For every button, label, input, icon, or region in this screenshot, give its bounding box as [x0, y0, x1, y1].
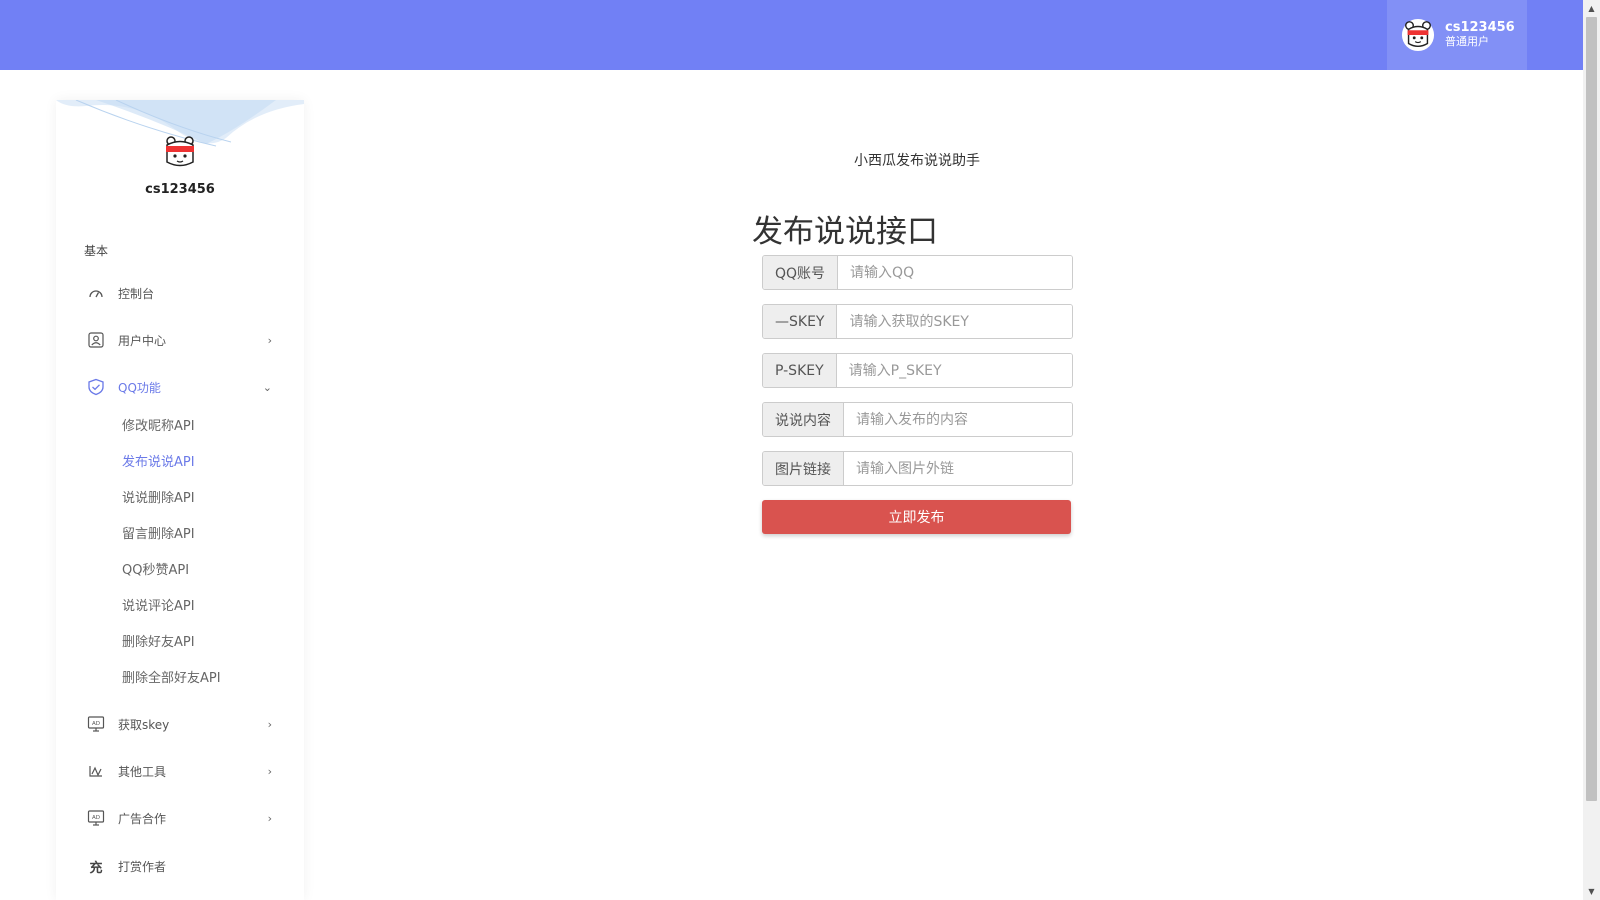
image-link-field: 图片链接	[762, 451, 1073, 486]
publish-button[interactable]: 立即发布	[762, 500, 1071, 534]
sidebar-item-label: 其他工具	[118, 764, 167, 779]
skey-input[interactable]	[837, 305, 1072, 338]
qq-account-field: QQ账号	[762, 255, 1073, 290]
sidebar-item-label: 广告合作	[118, 811, 167, 826]
chevron-right-icon: ›	[267, 717, 272, 731]
sidebar-item-qq-functions[interactable]: QQ功能 ⌄	[56, 367, 304, 407]
svg-text:AD: AD	[92, 815, 100, 821]
avatar	[1401, 18, 1435, 52]
subitem-delete-all-friends-api[interactable]: 删除全部好友API	[122, 667, 221, 686]
top-navbar: cs123456 普通用户	[0, 0, 1583, 70]
sidebar-item-console[interactable]: 控制台	[56, 273, 304, 313]
p-skey-field: P-SKEY	[762, 353, 1073, 388]
sidebar-item-tip-author[interactable]: 充 打赏作者	[56, 846, 304, 886]
sidebar: cs123456 基本 控制台 用户中心 › QQ功能 ⌄ 修改昵称API 发布…	[56, 100, 304, 900]
chevron-down-icon: ⌄	[262, 380, 272, 394]
svg-text:AD: AD	[92, 721, 100, 727]
sidebar-section-label: 基本	[84, 244, 109, 258]
profile-name: cs123456	[145, 182, 215, 197]
sidebar-item-label: 控制台	[118, 286, 155, 301]
scroll-down-arrow-icon[interactable]: ▼	[1583, 883, 1600, 900]
user-card-icon	[86, 330, 106, 350]
charge-icon: 充	[89, 860, 103, 876]
subitem-delete-shuoshuo-api[interactable]: 说说删除API	[122, 487, 195, 506]
sidebar-item-other-tools[interactable]: 其他工具 ›	[56, 751, 304, 791]
qq-account-input[interactable]	[838, 256, 1072, 289]
gauge-icon	[86, 283, 106, 303]
sidebar-item-ad-cooperation[interactable]: AD 广告合作 ›	[56, 798, 304, 838]
sidebar-item-get-skey[interactable]: AD 获取skey ›	[56, 704, 304, 744]
field-label: —SKEY	[763, 305, 838, 338]
page-scrollbar[interactable]: ▲ ▼	[1583, 0, 1600, 900]
scrollbar-thumb[interactable]	[1586, 17, 1597, 801]
field-label: 图片链接	[763, 452, 844, 485]
profile-avatar	[166, 136, 194, 167]
user-menu[interactable]: cs123456 普通用户	[1387, 0, 1527, 70]
field-label: P-SKEY	[763, 354, 837, 387]
sidebar-item-user-center[interactable]: 用户中心 ›	[56, 320, 304, 360]
field-label: QQ账号	[763, 256, 839, 289]
sidebar-item-label: 用户中心	[118, 333, 167, 348]
subitem-qq-instant-like-api[interactable]: QQ秒赞API	[122, 559, 189, 578]
subitem-edit-nickname-api[interactable]: 修改昵称API	[122, 415, 195, 434]
chevron-right-icon: ›	[267, 811, 272, 825]
subitem-shuoshuo-comment-api[interactable]: 说说评论API	[122, 595, 195, 614]
ad-monitor-icon: AD	[86, 714, 106, 734]
ad-monitor-icon: AD	[86, 808, 106, 828]
chevron-right-icon: ›	[267, 764, 272, 778]
field-label: 说说内容	[763, 403, 844, 436]
subitem-delete-friend-api[interactable]: 删除好友API	[122, 631, 195, 650]
header-user-role: 普通用户	[1445, 35, 1489, 48]
sidebar-item-label: 获取skey	[118, 717, 170, 732]
form-heading: 发布说说接口	[752, 214, 938, 250]
app-title: 小西瓜发布说说助手	[854, 153, 980, 169]
shield-icon	[86, 377, 106, 397]
chevron-right-icon: ›	[267, 333, 272, 347]
chart-line-icon	[86, 761, 106, 781]
subitem-post-shuoshuo-api[interactable]: 发布说说API	[122, 451, 195, 470]
subitem-delete-message-api[interactable]: 留言删除API	[122, 523, 195, 542]
sidebar-item-label: QQ功能	[118, 380, 161, 395]
image-link-input[interactable]	[844, 452, 1072, 485]
sidebar-item-label: 打赏作者	[118, 859, 167, 874]
header-username: cs123456	[1445, 20, 1515, 35]
skey-field: —SKEY	[762, 304, 1073, 339]
shuoshuo-content-input[interactable]	[844, 403, 1072, 436]
shuoshuo-content-field: 说说内容	[762, 402, 1073, 437]
p-skey-input[interactable]	[836, 354, 1072, 387]
scroll-up-arrow-icon[interactable]: ▲	[1583, 0, 1600, 17]
